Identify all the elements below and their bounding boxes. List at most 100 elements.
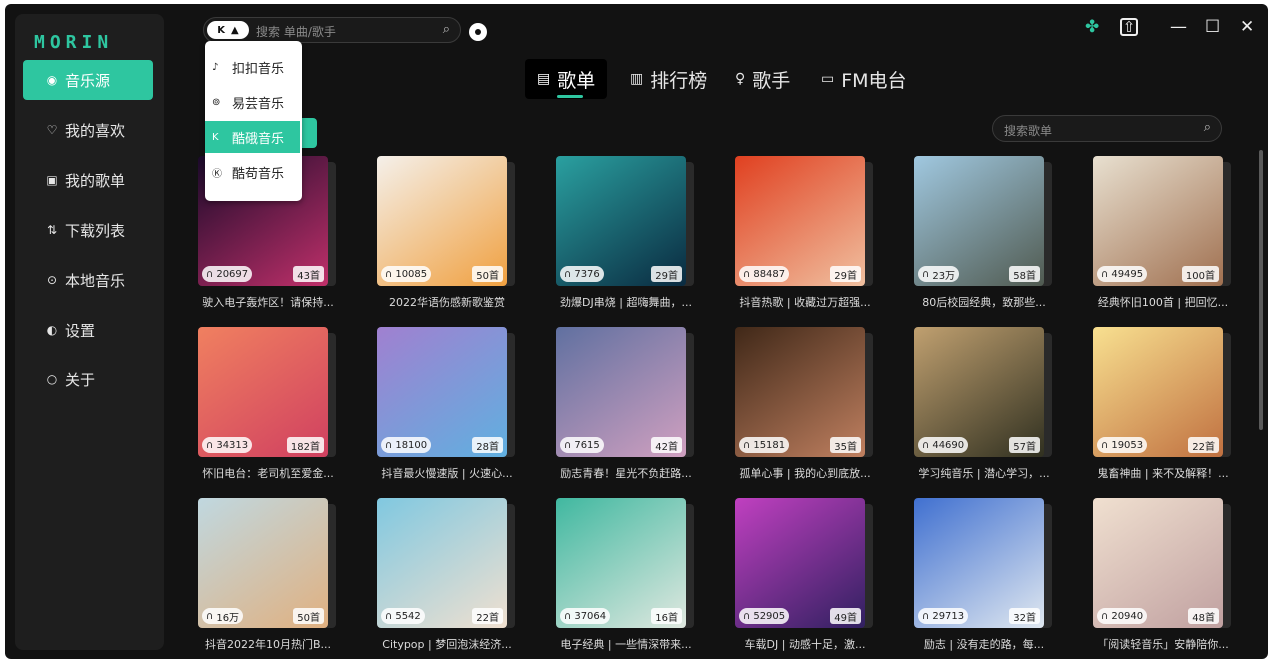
- sidebar-item-4[interactable]: ⊙ 本地音乐: [23, 260, 153, 300]
- disc-icon[interactable]: [469, 23, 487, 41]
- tab-1[interactable]: ▥ 排行榜: [630, 59, 707, 99]
- source-icon: Ⓚ: [212, 168, 222, 180]
- play-count: 7376: [574, 268, 600, 280]
- playlist-cover[interactable]: ∩ 19053 22首: [1093, 327, 1223, 457]
- minimize-icon[interactable]: —: [1170, 17, 1187, 37]
- playlist-title[interactable]: 「阅读轻音乐」安静陪你...: [1095, 636, 1231, 652]
- playlist-title[interactable]: 怀旧电台：老司机至爱金...: [200, 465, 336, 481]
- playlist-cover[interactable]: ∩ 44690 57首: [914, 327, 1044, 457]
- playlist-title[interactable]: 鬼畜神曲 | 来不及解释！...: [1095, 465, 1231, 481]
- play-count-badge: ∩ 44690: [918, 437, 969, 453]
- tab-2[interactable]: ♀ 歌手: [735, 59, 790, 99]
- playlist-cover[interactable]: ∩ 15181 35首: [735, 327, 865, 457]
- song-count-badge: 50首: [472, 266, 503, 282]
- play-count-badge: ∩ 37064: [560, 608, 611, 624]
- playlist-title[interactable]: 励志青春！星光不负赶路...: [558, 465, 694, 481]
- playlist-title[interactable]: 励志 | 没有走的路，每...: [916, 636, 1052, 652]
- sidebar-item-5[interactable]: ◐ 设置: [23, 310, 153, 350]
- playlist-cover[interactable]: ∩ 52905 49首: [735, 498, 865, 628]
- playlist-cover[interactable]: ∩ 16万 50首: [198, 498, 328, 628]
- source-option[interactable]: ♪ 扣扣音乐: [205, 51, 300, 83]
- headphone-icon: ∩: [206, 610, 214, 622]
- play-count-badge: ∩ 19053: [1097, 437, 1148, 453]
- play-count: 20940: [1111, 610, 1144, 622]
- tab-3[interactable]: ▭ FM电台: [821, 59, 907, 99]
- headphone-icon: ∩: [564, 610, 572, 622]
- headphone-icon: ∩: [743, 268, 751, 280]
- headphone-icon: ∩: [564, 439, 572, 451]
- playlist-cover[interactable]: ∩ 49495 100首: [1093, 156, 1223, 286]
- playlist-cover[interactable]: ∩ 88487 29首: [735, 156, 865, 286]
- song-count-badge: 42首: [651, 437, 682, 453]
- sidebar-item-1[interactable]: ♡ 我的喜欢: [23, 110, 153, 150]
- sidebar-item-2[interactable]: ▣ 我的歌单: [23, 160, 153, 200]
- local-music-icon: ⊙: [46, 273, 58, 287]
- maximize-icon[interactable]: ☐: [1205, 17, 1220, 37]
- play-count: 23万: [932, 270, 956, 282]
- source-option-label: 易芸音乐: [232, 96, 285, 112]
- playlist-cover[interactable]: ∩ 10085 50首: [377, 156, 507, 286]
- playlist-title[interactable]: 驶入电子轰炸区！请保持...: [200, 294, 336, 310]
- close-icon[interactable]: ✕: [1240, 17, 1254, 37]
- source-dropdown: ♪ 扣扣音乐 ⊚ 易芸音乐 K 酷硪音乐 Ⓚ 酷苟音乐: [205, 41, 302, 201]
- playlist-cover[interactable]: ∩ 7615 42首: [556, 327, 686, 457]
- play-count: 44690: [932, 439, 965, 451]
- playlist-cover[interactable]: ∩ 18100 28首: [377, 327, 507, 457]
- playlist-cover[interactable]: ∩ 20940 48首: [1093, 498, 1223, 628]
- headphone-icon: ∩: [1101, 610, 1109, 622]
- playlist-title[interactable]: 抖音2022年10月热门B...: [200, 636, 336, 652]
- play-count-badge: ∩ 23万: [918, 266, 960, 282]
- play-count: 16万: [216, 612, 240, 624]
- sidebar: MORIN ◉ 音乐源 ♡ 我的喜欢 ▣ 我的歌单 ⇅ 下载列表 ⊙ 本地音乐 ◐ 设置 ○ 关于: [15, 14, 164, 650]
- playlist-title[interactable]: Citypop | 梦回泡沫经济...: [379, 636, 515, 652]
- sidebar-item-6[interactable]: ○ 关于: [23, 359, 153, 399]
- sidebar-item-label: 音乐源: [65, 71, 111, 90]
- playlist-title[interactable]: 抖音最火慢速版 | 火速心...: [379, 465, 515, 481]
- playlist-search-input[interactable]: 搜索歌单: [1004, 122, 1052, 139]
- playlist-cover[interactable]: ∩ 23万 58首: [914, 156, 1044, 286]
- search-icon[interactable]: ⌕: [443, 22, 450, 37]
- source-option[interactable]: Ⓚ 酷苟音乐: [205, 156, 300, 188]
- tab-0[interactable]: ▤ 歌单: [525, 59, 608, 99]
- about-icon: ○: [46, 372, 58, 386]
- source-badge: K: [217, 24, 226, 36]
- playlist-title[interactable]: 劲爆DJ串烧 | 超嗨舞曲，...: [558, 294, 694, 310]
- playlist-search-bar[interactable]: 搜索歌单 ⌕: [992, 115, 1222, 142]
- sidebar-item-3[interactable]: ⇅ 下载列表: [23, 210, 153, 250]
- headphone-icon: ∩: [1101, 268, 1109, 280]
- playlist-title[interactable]: 车载DJ | 动感十足，激...: [737, 636, 873, 652]
- headphone-icon: ∩: [206, 439, 214, 451]
- playlist-title[interactable]: 孤单心事 | 我的心到底放...: [737, 465, 873, 481]
- playlist-cover[interactable]: ∩ 7376 29首: [556, 156, 686, 286]
- tab-underline: [557, 95, 583, 98]
- playlist-title[interactable]: 经典怀旧100首 | 把回忆...: [1095, 294, 1231, 310]
- app-logo: MORIN: [34, 32, 114, 53]
- playlist-cover[interactable]: ∩ 29713 32首: [914, 498, 1044, 628]
- playlist-title[interactable]: 学习纯音乐 | 潜心学习，...: [916, 465, 1052, 481]
- playlist-cover[interactable]: ∩ 5542 22首: [377, 498, 507, 628]
- search-icon[interactable]: ⌕: [1204, 120, 1211, 135]
- search-input[interactable]: 搜索 单曲/歌手: [256, 23, 336, 40]
- play-count: 15181: [753, 439, 786, 451]
- playlist-cover[interactable]: ∩ 34313 182首: [198, 327, 328, 457]
- play-count: 37064: [574, 610, 607, 622]
- song-search-bar[interactable]: K ▲ 搜索 单曲/歌手 ⌕: [203, 17, 461, 43]
- playlist-title[interactable]: 抖音热歌 | 收藏过万超强...: [737, 294, 873, 310]
- sidebar-item-0[interactable]: ◉ 音乐源: [23, 60, 153, 100]
- skin-icon[interactable]: ✤: [1085, 17, 1099, 37]
- scrollbar[interactable]: [1259, 150, 1263, 430]
- playlist-title[interactable]: 2022华语伤感新歌鉴赏: [379, 294, 515, 310]
- source-option[interactable]: ⊚ 易芸音乐: [205, 86, 300, 118]
- play-count-badge: ∩ 10085: [381, 266, 432, 282]
- playlist-title[interactable]: 电子经典 | 一些情深带来...: [558, 636, 694, 652]
- playlist-title[interactable]: 80后校园经典，致那些...: [916, 294, 1052, 310]
- source-option[interactable]: K 酷硪音乐: [205, 121, 300, 153]
- song-count-badge: 57首: [1009, 437, 1040, 453]
- song-count-badge: 32首: [1009, 608, 1040, 624]
- song-count-badge: 16首: [651, 608, 682, 624]
- play-count-badge: ∩ 52905: [739, 608, 790, 624]
- playlist-cover[interactable]: ∩ 37064 16首: [556, 498, 686, 628]
- source-selector[interactable]: K ▲: [207, 21, 249, 39]
- mini-mode-icon[interactable]: ⇧: [1120, 18, 1138, 36]
- headphone-icon: ∩: [564, 268, 572, 280]
